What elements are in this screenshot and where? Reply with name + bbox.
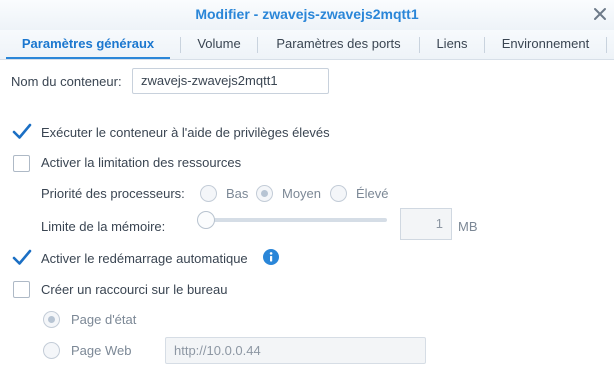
checkmark-icon xyxy=(12,249,32,265)
tab-environment[interactable]: Environnement xyxy=(485,30,606,59)
auto-restart-checkbox[interactable] xyxy=(12,249,32,267)
web-page-url-input[interactable]: http://10.0.0.44 xyxy=(165,337,426,364)
tab-port-settings[interactable]: Paramètres des ports xyxy=(258,30,419,59)
privileged-label[interactable]: Exécuter le conteneur à l'aide de privil… xyxy=(41,125,330,140)
info-icon[interactable] xyxy=(263,249,279,265)
container-name-input[interactable]: zwavejs-zwavejs2mqtt1 xyxy=(132,68,329,94)
cpu-priority-medium-radio[interactable] xyxy=(256,185,273,202)
privileged-checkbox[interactable] xyxy=(12,123,32,141)
web-page-label[interactable]: Page Web xyxy=(71,343,131,358)
status-page-label[interactable]: Page d'état xyxy=(71,312,136,327)
cpu-priority-medium-label[interactable]: Moyen xyxy=(282,186,321,201)
close-icon[interactable] xyxy=(592,6,608,22)
resource-limit-checkbox[interactable] xyxy=(13,155,30,172)
status-page-radio[interactable] xyxy=(43,311,60,328)
memory-unit-label: MB xyxy=(458,219,478,234)
tab-separator xyxy=(606,37,607,53)
tab-links[interactable]: Liens xyxy=(420,30,484,59)
title-bar: Modifier - zwavejs-zwavejs2mqtt1 xyxy=(0,0,614,31)
cpu-priority-low-label[interactable]: Bas xyxy=(226,186,248,201)
cpu-priority-high-radio[interactable] xyxy=(330,185,347,202)
memory-slider-track[interactable] xyxy=(205,218,387,222)
tab-general-settings[interactable]: Paramètres généraux xyxy=(6,30,170,59)
cpu-priority-low-radio[interactable] xyxy=(200,185,217,202)
cpu-priority-label: Priorité des processeurs: xyxy=(41,186,185,201)
auto-restart-label[interactable]: Activer le redémarrage automatique xyxy=(41,251,248,266)
window-title: Modifier - zwavejs-zwavejs2mqtt1 xyxy=(195,6,419,22)
resource-limit-label[interactable]: Activer la limitation des ressources xyxy=(41,155,241,170)
web-page-radio[interactable] xyxy=(43,342,60,359)
cpu-priority-high-label[interactable]: Élevé xyxy=(356,186,389,201)
memory-limit-label: Limite de la mémoire: xyxy=(41,219,166,234)
desktop-shortcut-label[interactable]: Créer un raccourci sur le bureau xyxy=(41,282,227,297)
memory-slider-handle[interactable] xyxy=(197,211,215,229)
checkmark-icon xyxy=(12,123,32,139)
container-name-label: Nom du conteneur: xyxy=(11,74,122,89)
memory-limit-input[interactable]: 1 xyxy=(400,208,452,240)
desktop-shortcut-checkbox[interactable] xyxy=(13,281,30,298)
tab-bar: Paramètres généraux Volume Paramètres de… xyxy=(0,30,614,60)
tab-volume[interactable]: Volume xyxy=(181,30,257,59)
